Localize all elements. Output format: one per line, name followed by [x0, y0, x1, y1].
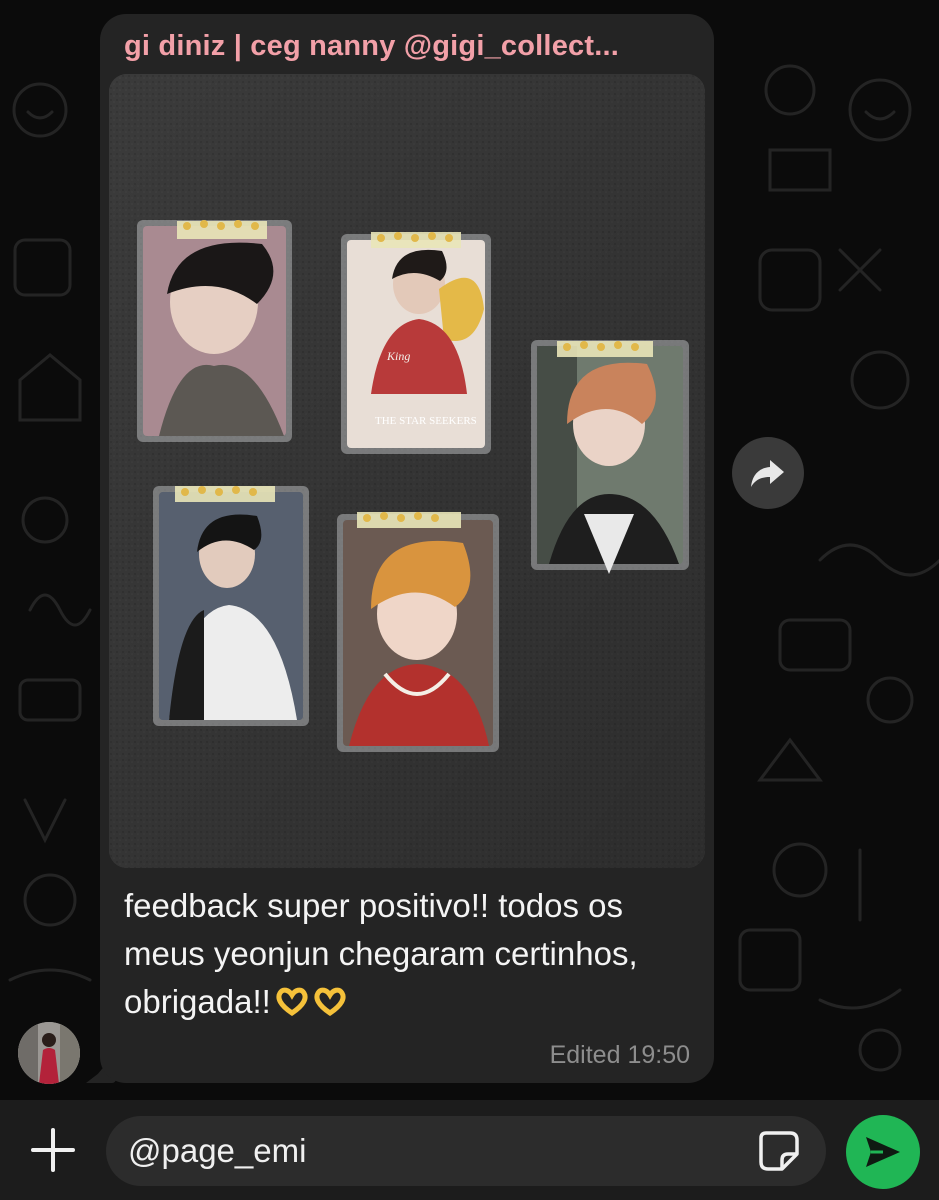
card-text-starseekers: THE STAR SEEKERS — [375, 415, 477, 427]
message-bubble[interactable]: gi diniz | ceg nanny @gigi_collect... Ki… — [100, 14, 714, 1083]
photocards-image: King THE STAR SEEKERS — [109, 74, 705, 868]
send-icon — [866, 1137, 900, 1167]
message-time: 19:50 — [627, 1041, 690, 1069]
heart-hands-emoji — [313, 981, 347, 1017]
sender-name[interactable]: gi diniz | ceg nanny @gigi_collect... — [124, 30, 694, 63]
message-caption: feedback super positivo!! todos os meus … — [124, 882, 684, 1026]
sticker-button[interactable] — [758, 1130, 800, 1172]
edited-label: Edited — [549, 1041, 621, 1069]
message-photo[interactable]: King THE STAR SEEKERS — [109, 74, 705, 868]
photocard-2: King THE STAR SEEKERS — [341, 232, 491, 454]
forward-icon — [751, 460, 784, 487]
message-meta: Edited 19:50 — [550, 1041, 690, 1070]
heart-hands-emoji — [275, 981, 309, 1017]
photocard-1 — [137, 220, 292, 442]
photocard-5 — [337, 512, 499, 752]
send-button[interactable] — [846, 1115, 920, 1189]
caption-text: feedback super positivo!! todos os meus … — [124, 887, 638, 1020]
card-text-king: King — [386, 349, 410, 363]
add-attachment-button[interactable] — [28, 1120, 78, 1180]
sticker-icon — [759, 1131, 799, 1171]
photocard-4 — [153, 486, 309, 726]
forward-button[interactable] — [732, 437, 804, 509]
photocard-3 — [531, 340, 689, 574]
message-input[interactable] — [128, 1125, 728, 1177]
avatar[interactable] — [18, 1022, 80, 1084]
message-input-container[interactable] — [106, 1116, 826, 1186]
plus-icon — [31, 1128, 75, 1172]
